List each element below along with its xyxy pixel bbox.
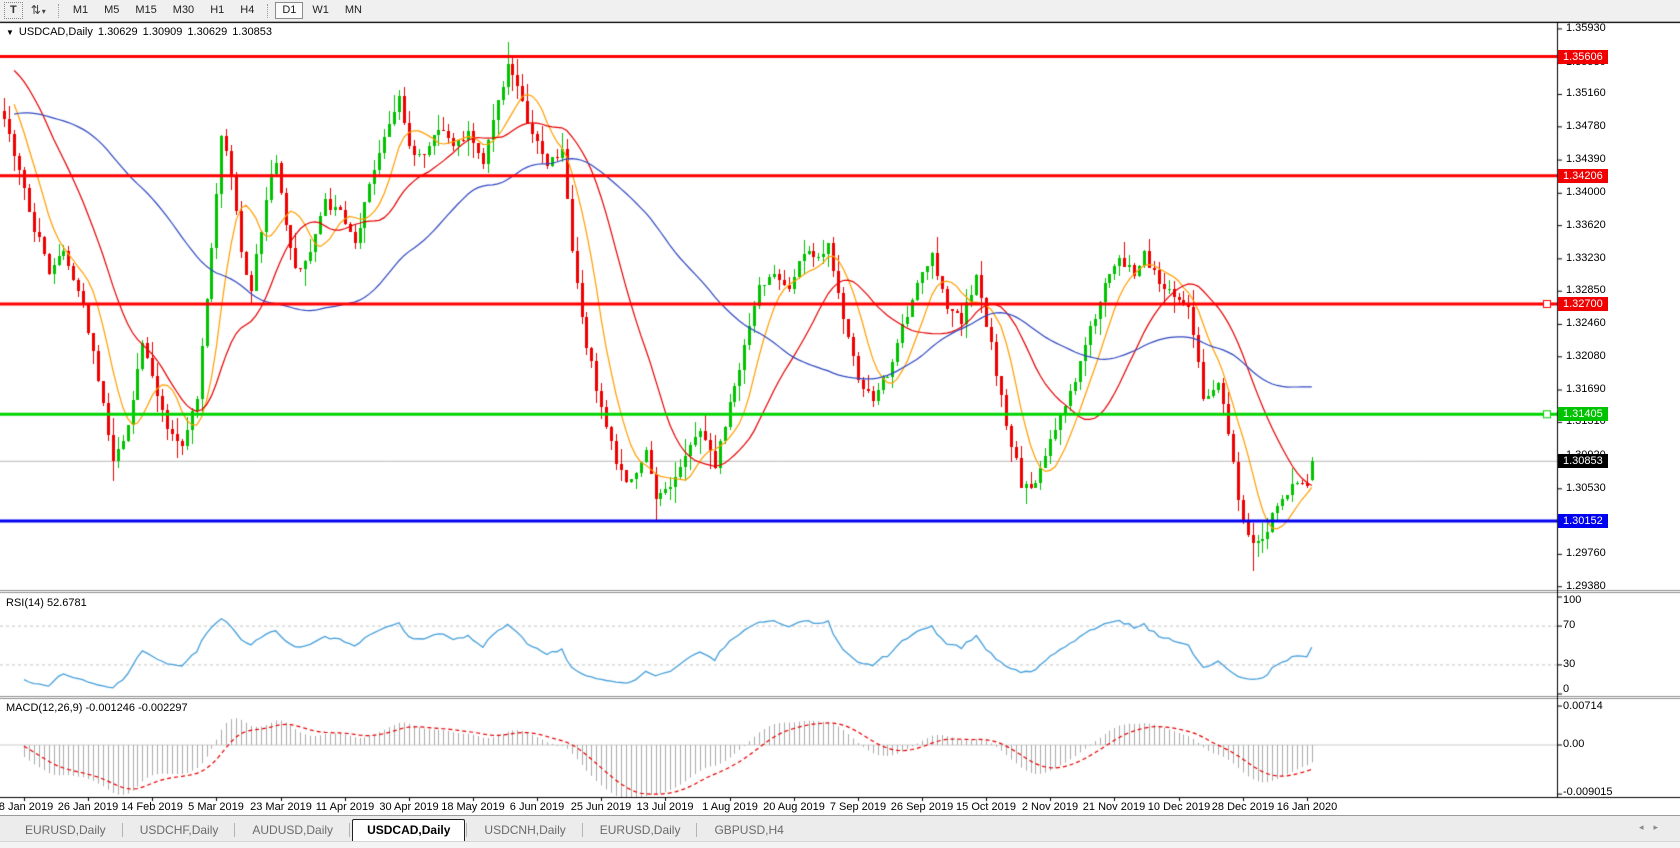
price-tick-label: 1.29760 [1566, 547, 1606, 559]
date-label: 13 Jul 2019 [637, 801, 694, 813]
chart-symbol-header: ▼ USDCAD,Daily 1.30629 1.30909 1.30629 1… [6, 26, 272, 38]
price-tag: 1.30152 [1558, 514, 1608, 528]
price-tick-label: 1.35930 [1566, 22, 1606, 34]
price-tick-label: 1.32850 [1566, 284, 1606, 296]
timeframe-button-w1[interactable]: W1 [305, 2, 336, 19]
price-tick-label: 1.34390 [1566, 153, 1606, 165]
price-tag: 1.32700 [1558, 297, 1608, 311]
price-tick-label: 1.32080 [1566, 350, 1606, 362]
rsi-scale-label: 0 [1563, 683, 1569, 695]
date-label: 7 Sep 2019 [830, 801, 886, 813]
date-label: 2 Nov 2019 [1022, 801, 1078, 813]
timeframe-button-mn[interactable]: MN [338, 2, 369, 19]
date-label: 8 Jan 2019 [0, 801, 53, 813]
rsi-scale-label: 30 [1563, 658, 1575, 670]
text-tool-button[interactable]: T [4, 2, 23, 19]
timeframe-button-h1[interactable]: H1 [203, 2, 231, 19]
macd-scale-label: 0.00714 [1563, 700, 1603, 712]
date-label: 16 Jan 2020 [1277, 801, 1338, 813]
tab-divider [122, 823, 124, 837]
toolbar-separator [58, 4, 60, 18]
date-label: 26 Jan 2019 [58, 801, 119, 813]
price-tick-label: 1.34780 [1566, 120, 1606, 132]
chart-tab-usdchf-daily[interactable]: USDCHF,Daily [125, 819, 234, 841]
timeframe-button-h4[interactable]: H4 [233, 2, 261, 19]
date-label: 25 Jun 2019 [571, 801, 632, 813]
chevron-down-icon: ▾ [42, 7, 46, 16]
date-label: 21 Nov 2019 [1083, 801, 1145, 813]
chart-tab-eurusd-daily[interactable]: EURUSD,Daily [10, 819, 121, 841]
collapse-triangle-icon[interactable]: ▼ [6, 28, 14, 37]
timeframe-button-m30[interactable]: M30 [166, 2, 201, 19]
date-label: 30 Apr 2019 [379, 801, 438, 813]
ohlc-high: 1.30909 [143, 26, 183, 38]
rsi-scale-label: 70 [1563, 619, 1575, 631]
date-label: 23 Mar 2019 [250, 801, 312, 813]
chart-tabbar: EURUSD,DailyUSDCHF,DailyAUDUSD,DailyUSDC… [0, 815, 1680, 841]
tab-divider [696, 823, 698, 837]
timeframe-button-m15[interactable]: M15 [128, 2, 163, 19]
chart-tab-audusd-daily[interactable]: AUDUSD,Daily [237, 819, 348, 841]
timeframe-button-m1[interactable]: M1 [66, 2, 95, 19]
price-tick-label: 1.30530 [1566, 482, 1606, 494]
symbol-title: USDCAD,Daily [19, 26, 93, 38]
price-tick-label: 1.35160 [1566, 87, 1606, 99]
timeframe-button-d1[interactable]: D1 [275, 2, 303, 19]
tab-scroll-arrows: ◂▸ [1639, 822, 1668, 833]
tab-divider [349, 823, 351, 837]
date-label: 5 Mar 2019 [188, 801, 244, 813]
tab-divider [466, 823, 468, 837]
price-tag: 1.35606 [1558, 50, 1608, 64]
tab-scroll-left-icon[interactable]: ◂ [1639, 822, 1654, 832]
tab-divider [234, 823, 236, 837]
tab-divider [582, 823, 584, 837]
rsi-scale-label: 100 [1563, 594, 1581, 606]
rsi-name: RSI(14) [6, 597, 44, 609]
macd-scale-label: -0.009015 [1563, 786, 1613, 798]
price-tick-label: 1.32460 [1566, 317, 1606, 329]
price-tag: 1.34206 [1558, 169, 1608, 183]
macd-name: MACD(12,26,9) [6, 702, 82, 714]
chart-tab-usdcad-daily[interactable]: USDCAD,Daily [352, 819, 465, 841]
date-label: 18 May 2019 [441, 801, 505, 813]
date-label: 1 Aug 2019 [702, 801, 758, 813]
timeframe-buttons: M1M5M15M30H1H4 D1W1MN [65, 2, 370, 19]
date-label: 6 Jun 2019 [510, 801, 564, 813]
ohlc-open: 1.30629 [98, 26, 138, 38]
macd-indicator-label: MACD(12,26,9) -0.001246 -0.002297 [6, 702, 188, 714]
price-tick-label: 1.33230 [1566, 252, 1606, 264]
date-label: 15 Oct 2019 [956, 801, 1016, 813]
price-tick-label: 1.33620 [1566, 219, 1606, 231]
macd-scale-label: 0.00 [1563, 738, 1584, 750]
rsi-current-value: 52.6781 [47, 597, 87, 609]
top-toolbar: T ⇅▾ M1M5M15M30H1H4 D1W1MN [0, 0, 1680, 22]
date-label: 20 Aug 2019 [763, 801, 825, 813]
chart-tab-usdcnh-daily[interactable]: USDCNH,Daily [469, 819, 580, 841]
date-label: 14 Feb 2019 [121, 801, 183, 813]
price-tag: 1.30853 [1558, 454, 1608, 468]
date-label: 28 Dec 2019 [1212, 801, 1274, 813]
date-label: 10 Dec 2019 [1148, 801, 1210, 813]
ohlc-close: 1.30853 [232, 26, 272, 38]
timeframe-button-m5[interactable]: M5 [97, 2, 126, 19]
price-chart-canvas[interactable] [0, 22, 1680, 815]
arrange-windows-button[interactable]: ⇅▾ [25, 2, 52, 19]
macd-signal-value: -0.002297 [138, 702, 188, 714]
toolbar-separator [267, 4, 269, 18]
ohlc-low: 1.30629 [187, 26, 227, 38]
tab-scroll-right-icon[interactable]: ▸ [1653, 822, 1668, 832]
swap-arrows-icon: ⇅ [31, 3, 41, 17]
chart-tab-gbpusd-h4[interactable]: GBPUSD,H4 [699, 819, 798, 841]
rsi-indicator-label: RSI(14) 52.6781 [6, 597, 87, 609]
price-tick-label: 1.34000 [1566, 186, 1606, 198]
date-label: 26 Sep 2019 [891, 801, 953, 813]
date-label: 11 Apr 2019 [316, 801, 375, 813]
macd-main-value: -0.001246 [85, 702, 135, 714]
price-tick-label: 1.29380 [1566, 580, 1606, 592]
price-tag: 1.31405 [1558, 407, 1608, 421]
chart-tab-eurusd-daily[interactable]: EURUSD,Daily [585, 819, 696, 841]
price-tick-label: 1.31690 [1566, 383, 1606, 395]
